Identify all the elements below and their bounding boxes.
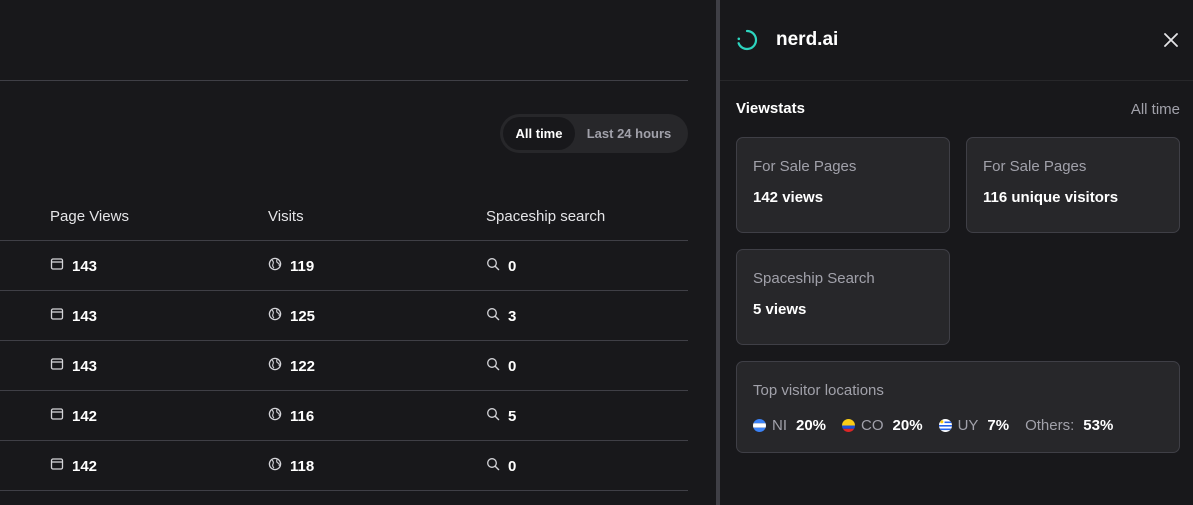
flag-uy-icon xyxy=(938,419,952,432)
flag-ni-icon xyxy=(753,419,766,432)
page-views-cell: 143 xyxy=(50,291,97,341)
table-row[interactable]: 143 125 3 xyxy=(0,291,688,341)
header-visits[interactable]: Visits xyxy=(268,208,304,225)
location-pct: 20% xyxy=(796,417,827,434)
search-icon xyxy=(486,357,500,375)
search-cell: 0 xyxy=(486,241,516,291)
location-co: CO 20% xyxy=(842,417,923,434)
card-label: Top visitor locations xyxy=(753,382,884,399)
others-label: Others: xyxy=(1025,417,1075,434)
globe-icon xyxy=(268,307,282,325)
globe-icon xyxy=(268,357,282,375)
browser-window-icon xyxy=(50,257,64,275)
table-row[interactable]: 142 116 5 xyxy=(0,391,688,441)
visits-cell: 125 xyxy=(268,291,315,341)
visits-value: 125 xyxy=(290,307,316,325)
page-views-value: 143 xyxy=(72,357,98,375)
locations-list: NI 20% CO 20% UY 7% Others: 53% xyxy=(753,417,1129,434)
card-label: Spaceship Search xyxy=(753,270,875,287)
domain-name: nerd.ai xyxy=(776,29,839,50)
browser-window-icon xyxy=(50,457,64,475)
page-views-value: 142 xyxy=(72,457,98,475)
location-pct: 7% xyxy=(987,417,1010,434)
page-views-value: 143 xyxy=(72,257,98,275)
search-value: 5 xyxy=(508,407,517,425)
visits-value: 122 xyxy=(290,357,316,375)
search-value: 0 xyxy=(508,357,517,375)
time-range-toggle: All time Last 24 hours xyxy=(500,114,688,153)
visits-value: 118 xyxy=(290,457,315,475)
search-icon xyxy=(486,457,500,475)
location-code: UY xyxy=(957,417,979,434)
card-value: 142 views xyxy=(753,189,824,206)
toggle-last-24-hours[interactable]: Last 24 hours xyxy=(575,117,683,150)
visits-cell: 118 xyxy=(268,441,314,491)
side-panel-header: nerd.ai xyxy=(720,0,1193,81)
table-row[interactable]: 143 119 0 xyxy=(0,241,688,291)
location-code: NI xyxy=(772,417,787,434)
visits-cell: 122 xyxy=(268,341,315,391)
main-header xyxy=(0,0,688,81)
card-value: 5 views xyxy=(753,301,807,318)
search-value: 0 xyxy=(508,257,517,275)
search-icon xyxy=(486,307,500,325)
others-pct: 53% xyxy=(1083,417,1114,434)
browser-window-icon xyxy=(50,357,64,375)
location-others: Others: 53% xyxy=(1025,417,1113,434)
search-value: 0 xyxy=(508,457,517,475)
globe-icon xyxy=(268,407,282,425)
card-for-sale-visitors: For Sale Pages 116 unique visitors xyxy=(966,137,1180,233)
card-for-sale-views: For Sale Pages 142 views xyxy=(736,137,950,233)
header-page-views[interactable]: Page Views xyxy=(50,208,129,225)
flag-co-icon xyxy=(842,419,856,432)
visits-cell: 119 xyxy=(268,241,314,291)
viewstats-range: All time xyxy=(1130,101,1180,118)
page-views-value: 143 xyxy=(72,307,98,325)
location-pct: 20% xyxy=(892,417,923,434)
card-label: For Sale Pages xyxy=(983,158,1087,175)
browser-window-icon xyxy=(50,407,64,425)
table-row[interactable]: 143 122 0 xyxy=(0,341,688,391)
card-spaceship-search: Spaceship Search 5 views xyxy=(736,249,950,345)
search-icon xyxy=(486,257,500,275)
browser-window-icon xyxy=(50,307,64,325)
search-cell: 3 xyxy=(486,291,516,341)
card-value: 116 unique visitors xyxy=(983,189,1119,206)
location-uy: UY 7% xyxy=(938,417,1010,434)
page-views-cell: 142 xyxy=(50,441,97,491)
visits-value: 119 xyxy=(290,257,315,275)
visits-value: 116 xyxy=(290,407,315,425)
search-value: 3 xyxy=(508,307,517,325)
search-cell: 5 xyxy=(486,391,516,441)
stats-table: Page Views Visits Spaceship search 143 11… xyxy=(0,192,688,491)
search-icon xyxy=(486,407,500,425)
table-row[interactable]: 142 118 0 xyxy=(0,441,688,491)
location-code: CO xyxy=(861,417,884,434)
card-top-locations: Top visitor locations NI 20% CO 20% UY 7… xyxy=(736,361,1180,453)
page-views-cell: 142 xyxy=(50,391,97,441)
globe-icon xyxy=(268,257,282,275)
location-ni: NI 20% xyxy=(753,417,826,434)
search-cell: 0 xyxy=(486,441,516,491)
page-views-value: 142 xyxy=(72,407,98,425)
toggle-all-time[interactable]: All time xyxy=(503,117,575,150)
search-cell: 0 xyxy=(486,341,516,391)
close-icon[interactable] xyxy=(1161,30,1181,50)
page-views-cell: 143 xyxy=(50,341,97,391)
visits-cell: 116 xyxy=(268,391,314,441)
header-spaceship-search[interactable]: Spaceship search xyxy=(486,208,605,225)
table-header: Page Views Visits Spaceship search xyxy=(0,192,688,241)
main-panel: All time Last 24 hours Page Views Visits… xyxy=(0,0,716,505)
viewstats-title: Viewstats xyxy=(736,100,805,117)
spinner-icon xyxy=(736,29,758,56)
page-views-cell: 143 xyxy=(50,241,97,291)
card-label: For Sale Pages xyxy=(753,158,857,175)
globe-icon xyxy=(268,457,282,475)
side-panel: nerd.ai Viewstats All time For Sale Page… xyxy=(720,0,1193,505)
